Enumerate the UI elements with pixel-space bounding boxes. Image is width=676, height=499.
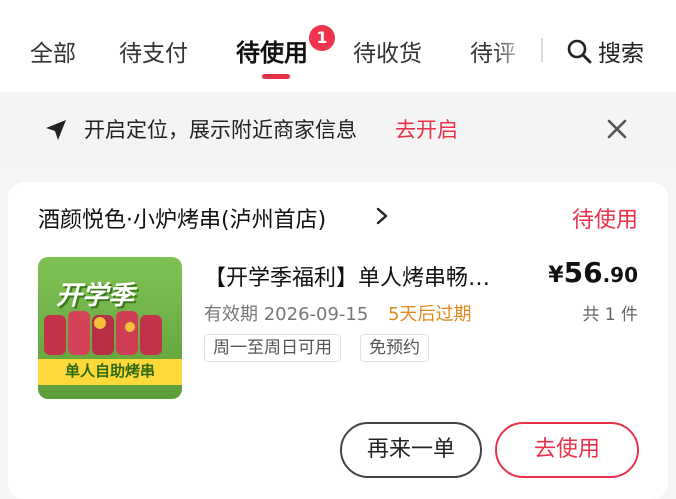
active-tab-indicator — [262, 74, 290, 79]
location-arrow-icon — [46, 120, 66, 140]
use-voucher-button[interactable]: 去使用 — [495, 422, 639, 478]
order-card: 酒颜悦色·小炉烤串(泸州首店) 待使用 开学季 单人自助烤串 【开学季福利】单人… — [8, 182, 668, 499]
product-image-caption: 单人自助烤串 — [64, 362, 155, 380]
order-tabs-bar: 全部 待支付 待使用 1 待收货 待评 搜索 — [0, 0, 676, 92]
skewers-illustration — [38, 311, 182, 362]
order-status: 待使用 — [571, 208, 638, 233]
quantity: 共 1 件 — [582, 305, 638, 325]
tab-to-receive[interactable]: 待收货 — [353, 34, 422, 68]
reorder-button[interactable]: 再来一单 — [340, 422, 482, 478]
tag-no-reservation: 免预约 — [360, 334, 429, 362]
expiry-warning: 5天后过期 — [388, 304, 472, 325]
shop-name-link[interactable]: 酒颜悦色·小炉烤串(泸州首店) — [38, 202, 326, 234]
tab-to-use-count-badge: 1 — [309, 25, 335, 51]
product-image[interactable]: 开学季 单人自助烤串 — [38, 257, 182, 399]
search-icon — [567, 39, 592, 64]
tab-to-use[interactable]: 待使用 — [236, 33, 308, 68]
tab-pending-payment[interactable]: 待支付 — [119, 34, 188, 68]
price-decimal: .90 — [602, 263, 638, 287]
location-banner: 开启定位，展示附近商家信息 去开启 — [0, 92, 676, 166]
price-symbol: ¥ — [548, 263, 564, 288]
location-prompt-text: 开启定位，展示附近商家信息 — [84, 118, 357, 142]
tabs-divider — [541, 38, 543, 62]
enable-location-link[interactable]: 去开启 — [395, 114, 458, 144]
tag-usable-days: 周一至周日可用 — [204, 334, 341, 362]
close-icon[interactable] — [606, 118, 628, 140]
tab-all[interactable]: 全部 — [30, 34, 76, 68]
chevron-right-icon[interactable] — [375, 206, 389, 226]
validity-date: 有效期 2026-09-15 — [204, 304, 369, 325]
search-label: 搜索 — [598, 41, 644, 67]
price: ¥56.90 — [548, 256, 638, 289]
tab-overflow-fade — [496, 28, 526, 68]
price-integer: 56 — [563, 256, 603, 289]
product-title[interactable]: 【开学季福利】单人烤串畅… — [204, 260, 534, 292]
